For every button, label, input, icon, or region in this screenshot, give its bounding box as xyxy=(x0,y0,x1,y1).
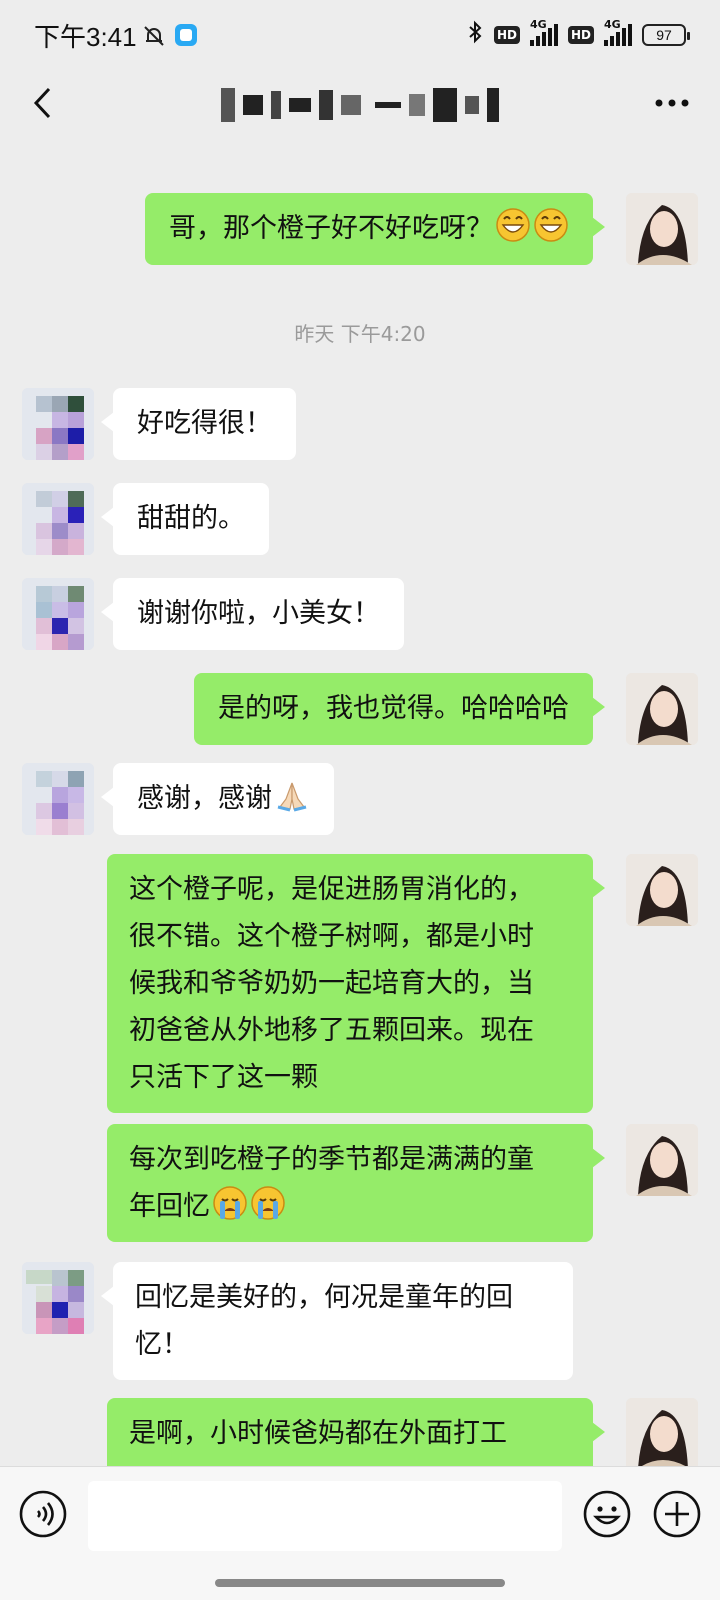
message-row: 感谢，感谢 xyxy=(0,763,720,835)
voice-input-button[interactable] xyxy=(18,1489,68,1539)
battery-icon: 97 xyxy=(642,24,690,46)
emoji-button[interactable] xyxy=(582,1489,632,1539)
message-bubble-sent[interactable]: 每次到吃橙子的季节都是满满的童 年回忆 xyxy=(107,1124,605,1242)
signal-icon: 4G xyxy=(604,18,632,46)
message-bubble-received[interactable]: 感谢，感谢 xyxy=(101,763,334,835)
message-bubble-received[interactable]: 甜甜的。 xyxy=(101,483,269,555)
message-row: 好吃得很！ xyxy=(0,388,720,460)
my-avatar[interactable] xyxy=(626,673,698,745)
grinning-emoji-icon xyxy=(534,208,568,242)
message-row: 每次到吃橙子的季节都是满满的童 年回忆 xyxy=(0,1124,720,1242)
chat-header xyxy=(0,70,720,140)
contact-avatar[interactable] xyxy=(22,578,94,650)
plus-icon xyxy=(653,1490,701,1538)
battery-level: 97 xyxy=(656,27,672,43)
smiley-icon xyxy=(583,1490,631,1538)
message-bubble-sent[interactable]: 哥，那个橙子好不好吃呀？ xyxy=(145,193,605,265)
my-avatar[interactable] xyxy=(626,1398,698,1466)
message-input[interactable] xyxy=(88,1481,562,1551)
message-bubble-sent[interactable]: 是啊，小时候爸妈都在外面打工 xyxy=(107,1398,605,1466)
home-indicator[interactable] xyxy=(215,1579,505,1587)
contact-avatar[interactable] xyxy=(22,1262,94,1334)
more-options-button[interactable] xyxy=(642,78,702,128)
my-avatar[interactable] xyxy=(626,1124,698,1196)
more-dots-icon xyxy=(655,99,689,107)
crying-emoji-icon xyxy=(251,1186,285,1220)
hd-badge: HD xyxy=(493,26,520,44)
input-bar xyxy=(0,1466,720,1600)
praying-hands-emoji-icon xyxy=(277,782,307,812)
message-row: 是的呀，我也觉得。哈哈哈哈 xyxy=(0,673,720,745)
timestamp: 昨天 下午4:20 xyxy=(294,322,426,346)
contact-avatar[interactable] xyxy=(22,483,94,555)
chevron-left-icon xyxy=(33,87,51,119)
crying-emoji-icon xyxy=(213,1186,247,1220)
grinning-emoji-icon xyxy=(496,208,530,242)
status-bar: 下午3:41 HD 4G HD 4G 97 xyxy=(0,0,720,70)
hd-badge: HD xyxy=(567,26,594,44)
my-avatar[interactable] xyxy=(626,854,698,926)
voice-icon xyxy=(19,1490,67,1538)
contact-avatar[interactable] xyxy=(22,763,94,835)
message-list[interactable]: 哥，那个橙子好不好吃呀？ 昨天 下午4:20 好吃得很！ 甜甜的。 谢谢你啦，小… xyxy=(0,140,720,1466)
message-row: 甜甜的。 xyxy=(0,483,720,555)
my-avatar[interactable] xyxy=(626,193,698,265)
message-bubble-received[interactable]: 好吃得很！ xyxy=(101,388,296,460)
message-bubble-sent[interactable]: 这个橙子呢，是促进肠胃消化的， 很不错。这个橙子树啊，都是小时 候我和爷爷奶奶一… xyxy=(107,854,605,1113)
chat-title-redacted xyxy=(221,85,499,125)
message-row: 是啊，小时候爸妈都在外面打工 xyxy=(0,1398,720,1466)
back-button[interactable] xyxy=(18,78,68,128)
app-notification-icon xyxy=(174,24,197,46)
bell-off-icon xyxy=(143,24,165,46)
status-time: 下午3:41 xyxy=(34,21,137,52)
message-row: 谢谢你啦，小美女！ xyxy=(0,578,720,650)
message-bubble-sent[interactable]: 是的呀，我也觉得。哈哈哈哈 xyxy=(194,673,605,745)
signal-icon: 4G xyxy=(529,18,558,46)
contact-avatar[interactable] xyxy=(22,388,94,460)
more-functions-button[interactable] xyxy=(652,1489,702,1539)
message-bubble-received[interactable]: 回忆是美好的，何况是童年的回 忆！ xyxy=(101,1262,573,1380)
bluetooth-icon xyxy=(468,20,484,50)
message-row: 回忆是美好的，何况是童年的回 忆！ xyxy=(0,1262,720,1380)
message-row: 这个橙子呢，是促进肠胃消化的， 很不错。这个橙子树啊，都是小时 候我和爷爷奶奶一… xyxy=(0,854,720,1113)
message-row: 哥，那个橙子好不好吃呀？ xyxy=(0,193,720,265)
message-bubble-received[interactable]: 谢谢你啦，小美女！ xyxy=(101,578,404,650)
